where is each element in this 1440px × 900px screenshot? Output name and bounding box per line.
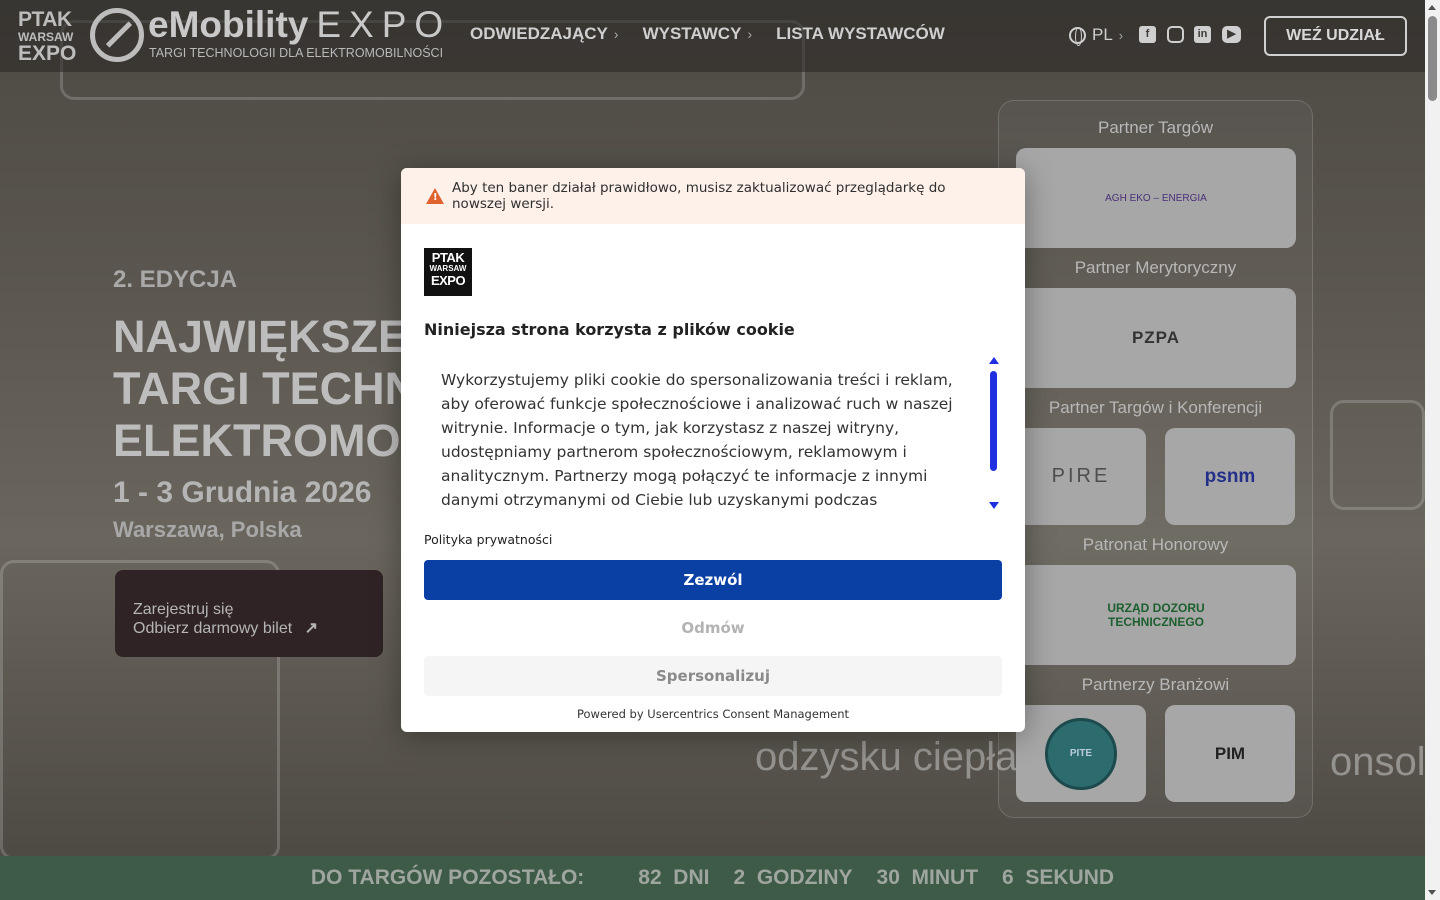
allow-cookies-button[interactable]: Zezwól <box>424 560 1002 600</box>
partner-logo[interactable]: psnm <box>1165 428 1295 525</box>
page-scrollbar[interactable] <box>1425 0 1440 900</box>
partner-section-title: Patronat Honorowy <box>1082 535 1229 554</box>
scroll-down-arrow-icon[interactable] <box>1428 890 1436 895</box>
partner-logo[interactable]: PZPA <box>1016 288 1296 388</box>
partner-logo-text: psnm <box>1204 465 1256 487</box>
hero-title-line: ELEKTROMO <box>113 415 401 466</box>
background-decoration <box>1330 400 1425 510</box>
customize-cookies-button[interactable]: Spersonalizuj <box>424 656 1002 696</box>
scroll-up-arrow-icon[interactable] <box>989 357 999 364</box>
scrollbar-thumb[interactable] <box>1428 16 1437 101</box>
deny-cookies-button[interactable]: Odmów <box>424 608 1002 648</box>
partner-logo-text: PITE <box>1069 748 1093 759</box>
linkedin-icon[interactable]: in <box>1194 26 1211 43</box>
nav-label: WYSTAWCY <box>642 24 742 43</box>
partner-logo[interactable]: AGH EKO – ENERGIA <box>1016 148 1296 248</box>
cookie-consent-dialog: ! Aby ten baner działał prawidłowo, musi… <box>401 168 1025 732</box>
ptak-logo[interactable]: PTAK WARSAW EXPO <box>18 9 76 64</box>
language-label: PL <box>1092 25 1113 44</box>
powered-by-text: Powered by Usercentrics Consent Manageme… <box>577 707 849 721</box>
partner-logo-text: PIM <box>1214 743 1246 763</box>
brand-tagline: TARGI TECHNOLOGII DLA ELEKTROMOBILNOŚCI <box>149 46 444 60</box>
hero-title: NAJWIĘKSZE TARGI TECHN ELEKTROMO <box>113 311 417 467</box>
warning-icon: ! <box>426 188 444 204</box>
partner-logo-text: PZPA <box>1131 328 1181 347</box>
countdown-days: 82 DNI <box>638 866 710 889</box>
countdown-seconds: 6 SEKUND <box>1002 866 1115 889</box>
event-location: Warszawa, Polska <box>113 517 302 542</box>
chevron-right-icon: › <box>747 26 753 42</box>
logo-text: PTAK <box>18 8 72 31</box>
privacy-policy-link[interactable]: Polityka prywatności <box>424 532 552 547</box>
participate-button[interactable]: WEŹ UDZIAŁ <box>1264 16 1407 56</box>
youtube-icon[interactable]: ▶ <box>1222 26 1241 43</box>
facebook-icon[interactable]: f <box>1139 26 1156 43</box>
brand-name: eMobility <box>148 4 309 45</box>
scroll-up-arrow-icon[interactable] <box>1428 5 1436 10</box>
nav-label: LISTA WYSTAWCÓW <box>776 24 945 43</box>
brand-title[interactable]: eMobility EXPO <box>148 4 451 46</box>
main-nav: ODWIEDZAJĄCY › WYSTAWCY › LISTA WYSTAWCÓW <box>470 24 945 44</box>
partner-logo[interactable]: URZĄD DOZORU TECHNICZNEGO <box>1016 565 1296 665</box>
logo-text: EXPO <box>430 273 466 288</box>
scroll-down-arrow-icon[interactable] <box>989 502 999 509</box>
brand-expo: EXPO <box>316 4 452 45</box>
partner-section-title: Partnerzy Branżowi <box>1081 675 1230 694</box>
background-sign-text: onsola <box>1330 740 1425 784</box>
cookie-dialog-title: Niniejsza strona korzysta z plików cooki… <box>424 320 795 339</box>
countdown-label: DO TARGÓW POZOSTAŁO: <box>310 866 585 889</box>
cookie-dialog-body: Wykorzystujemy pliki cookie do spersonal… <box>441 371 953 509</box>
warning-text: Aby ten baner działał prawidłowo, musisz… <box>452 180 946 212</box>
event-dates: 1 - 3 Grudnia 2026 <box>113 476 372 509</box>
partner-logo-text: PIRE <box>1051 465 1111 487</box>
nav-item-exhibitors[interactable]: WYSTAWCY › <box>643 24 753 44</box>
partner-logo[interactable]: PITE <box>1016 705 1146 802</box>
chevron-right-icon: › <box>1118 27 1124 43</box>
register-line: Odbierz darmowy bilet <box>133 620 293 637</box>
partner-logo-text: AGH EKO – ENERGIA <box>1105 192 1207 204</box>
site-header: PTAK WARSAW EXPO eMobility EXPO TARGI TEC… <box>0 0 1425 72</box>
nav-item-exhibitor-list[interactable]: LISTA WYSTAWCÓW <box>776 24 945 44</box>
countdown-hours: 2 GODZINY <box>733 866 853 889</box>
hero-title-line: TARGI TECHN <box>113 363 418 414</box>
countdown-bar: DO TARGÓW POZOSTAŁO: 82 DNI 2 GODZINY 30… <box>0 856 1425 900</box>
logo-text: EXPO <box>18 42 77 65</box>
register-line: Zarejestruj się <box>133 601 234 618</box>
logo-text: WARSAW <box>429 264 467 273</box>
logo-text: PTAK <box>431 250 465 265</box>
scrollbar-thumb[interactable] <box>990 371 997 471</box>
cookie-text-scrollbar[interactable] <box>987 354 1001 512</box>
partner-logo[interactable]: PIRE <box>1016 428 1146 525</box>
language-selector[interactable]: PL › <box>1069 25 1124 46</box>
nav-item-visitors[interactable]: ODWIEDZAJĄCY › <box>470 24 619 44</box>
partner-section-title: Partner Targów <box>1098 118 1213 137</box>
partners-panel: Partner Targów AGH EKO – ENERGIA Partner… <box>998 100 1313 818</box>
background-sign-text: odzysku ciepła <box>755 735 1018 779</box>
chevron-right-icon: › <box>613 26 619 42</box>
browser-warning-banner: ! Aby ten baner działał prawidłowo, musi… <box>401 168 1025 224</box>
arrow-up-right-icon: ↗ <box>304 620 319 637</box>
edition-label: 2. EDYCJA <box>113 266 238 293</box>
ptak-logo: PTAK WARSAW EXPO <box>424 248 472 296</box>
partner-section-title: Partner Merytoryczny <box>1074 258 1237 277</box>
countdown-minutes: 30 MINUT <box>876 866 979 889</box>
globe-icon <box>1069 26 1086 46</box>
register-button[interactable]: Zarejestruj się Odbierz darmowy bilet ↗ <box>115 570 383 657</box>
instagram-icon[interactable] <box>1167 26 1184 43</box>
partner-logo[interactable]: PIM <box>1165 705 1295 802</box>
emobility-logo-icon[interactable] <box>90 8 144 62</box>
partner-section-title: Partner Targów i Konferencji <box>1048 398 1263 417</box>
hero-title-line: NAJWIĘKSZE <box>113 311 409 362</box>
nav-label: ODWIEDZAJĄCY <box>470 24 608 43</box>
partner-logo-text: URZĄD DOZORU TECHNICZNEGO <box>1107 601 1205 629</box>
